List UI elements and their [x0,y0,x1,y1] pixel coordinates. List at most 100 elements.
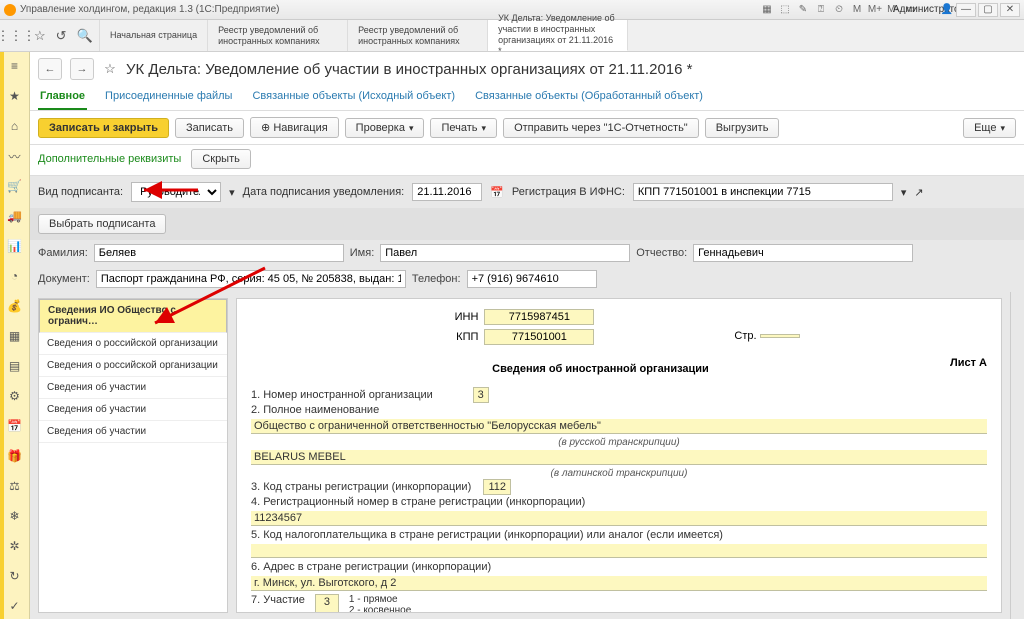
rail-icon-7[interactable]: 📊 [7,238,23,254]
doc-input[interactable] [96,270,406,288]
signer-kind-dd[interactable]: ▾ [229,186,235,199]
user-name[interactable]: Администратор [922,3,936,17]
inn-value[interactable]: 7715987451 [484,309,594,325]
firstname-label: Имя: [350,247,374,259]
tree-item-0[interactable]: Сведения ИО Общество с огранич… [39,299,227,333]
tab-notification[interactable]: УК Дельта: Уведомление об участии в инос… [488,20,628,51]
apps-icon[interactable]: ⋮⋮⋮ [8,28,24,44]
rail-icon-9[interactable]: 💰 [7,298,23,314]
tree-item-1[interactable]: Сведения о российской организации [39,333,227,355]
rail-icon-1[interactable]: ≡ [7,58,23,74]
rail-icon-14[interactable]: 🎁 [7,448,23,464]
tb-icon-2[interactable]: ⬚ [778,3,792,17]
print-button[interactable]: Печать▾ [430,118,497,138]
rail-icon-16[interactable]: ❄ [7,508,23,524]
phone-input[interactable] [467,270,597,288]
forward-button[interactable]: → [70,58,94,80]
rail-icon-10[interactable]: ▦ [7,328,23,344]
tree-item-3[interactable]: Сведения об участии [39,377,227,399]
rail-icon-19[interactable]: ✓ [7,598,23,614]
rail-icon-15[interactable]: ⚖ [7,478,23,494]
rail-icon-3[interactable]: ⌂ [7,118,23,134]
firstname-input[interactable] [380,244,630,262]
reg-input[interactable] [633,183,893,201]
rail-icon-11[interactable]: ▤ [7,358,23,374]
signer-kind-select[interactable]: Руководитель органи [131,182,221,202]
calendar-icon[interactable]: 📅 [490,186,504,199]
rail-icon-17[interactable]: ✲ [7,538,23,554]
tb-icon-1[interactable]: ▦ [760,3,774,17]
reg-dd[interactable]: ▾ [901,186,907,199]
action-bar: Записать и закрыть Записать ⊕ Навигация … [30,111,1024,145]
sign-date-input[interactable] [412,183,482,201]
favorite-icon[interactable]: ☆ [102,61,118,77]
country-code[interactable]: 112 [483,479,511,495]
tb-icon-4[interactable]: ⍰ [814,3,828,17]
taxpayer-code[interactable] [251,544,987,558]
tb-icon-3[interactable]: ✎ [796,3,810,17]
tab-registry-1[interactable]: Реестр уведомлений об иностранных компан… [208,20,348,51]
reg-number[interactable]: 11234567 [251,511,987,526]
org-number-value[interactable]: 3 [473,387,489,403]
reg-open-icon[interactable]: ↗ [914,186,923,199]
tab-rel2[interactable]: Связанные объекты (Обработанный объект) [473,86,705,110]
doc-label: Документ: [38,273,90,285]
hide-button[interactable]: Скрыть [191,149,251,169]
check-button[interactable]: Проверка▾ [345,118,425,138]
tab-files[interactable]: Присоединенные файлы [103,86,234,110]
search-icon[interactable]: 🔍 [77,28,93,44]
signer-kind-label: Вид подписанта: [38,186,123,198]
save-close-button[interactable]: Записать и закрыть [38,118,169,138]
tb-icon-5[interactable]: ⏲ [832,3,846,17]
doc-row: Документ: Телефон: [30,266,1024,292]
tab-home[interactable]: Начальная страница [100,20,208,51]
maximize-button[interactable]: ▢ [978,3,998,17]
tab-registry-2[interactable]: Реестр уведомлений об иностранных компан… [348,20,488,51]
rail-icon-8[interactable]: ◔ [7,268,23,284]
document-tabs: Начальная страница Реестр уведомлений об… [100,20,1024,51]
org-name-ru[interactable]: Общество с ограниченной ответственностью… [251,419,987,434]
kpp-value[interactable]: 771501001 [484,329,594,345]
participation-value[interactable]: 3 [315,594,339,613]
org-name-lat[interactable]: BELARUS MEBEL [251,450,987,465]
tab-main[interactable]: Главное [38,86,87,110]
rail-icon-6[interactable]: 🚚 [7,208,23,224]
star-icon[interactable]: ☆ [34,28,46,44]
send-button[interactable]: Отправить через "1С-Отчетность" [503,118,699,138]
tb-icon-m2[interactable]: M+ [868,3,882,17]
extra-link[interactable]: Дополнительные реквизиты [38,153,181,165]
rail-icon-12[interactable]: ⚙ [7,388,23,404]
tb-icon-m[interactable]: M [850,3,864,17]
rail-icon-13[interactable]: 📅 [7,418,23,434]
back-button[interactable]: ← [38,58,62,80]
rail-icon-18[interactable]: ↻ [7,568,23,584]
address-value[interactable]: г. Минск, ул. Выготского, д 2 [251,576,987,591]
tree-item-4[interactable]: Сведения об участии [39,399,227,421]
tree-item-5[interactable]: Сведения об участии [39,421,227,443]
choose-signer-button[interactable]: Выбрать подписанта [38,214,166,234]
line6-label: 6. Адрес в стране регистрации (инкорпора… [251,561,987,573]
export-button[interactable]: Выгрузить [705,118,780,138]
save-button[interactable]: Записать [175,118,244,138]
user-icon: 👤 [940,3,954,17]
tree-item-2[interactable]: Сведения о российской организации [39,355,227,377]
rail-icon-4[interactable]: 〰 [7,148,23,164]
part-opt-1: 1 - прямое [349,594,417,605]
rail-icon-2[interactable]: ★ [7,88,23,104]
rail-icon-5[interactable]: 🛒 [7,178,23,194]
page-header: ← → ☆ УК Дельта: Уведомление об участии … [30,52,1024,111]
inn-label: ИНН [438,311,478,323]
sub-bar: Дополнительные реквизиты Скрыть [30,145,1024,176]
navigation-button[interactable]: ⊕ Навигация [250,117,339,138]
middlename-input[interactable] [693,244,913,262]
line4-label: 4. Регистрационный номер в стране регист… [251,496,987,508]
sheet-label: Лист А [950,357,987,381]
scrollbar[interactable] [1010,292,1024,619]
minimize-button[interactable]: — [956,3,976,17]
lastname-input[interactable] [94,244,344,262]
close-window-button[interactable]: ✕ [1000,3,1020,17]
history-icon[interactable]: ↺ [56,28,67,44]
page-num-value[interactable] [760,334,800,338]
tab-rel1[interactable]: Связанные объекты (Исходный объект) [250,86,457,110]
more-button[interactable]: Еще▾ [963,118,1016,138]
